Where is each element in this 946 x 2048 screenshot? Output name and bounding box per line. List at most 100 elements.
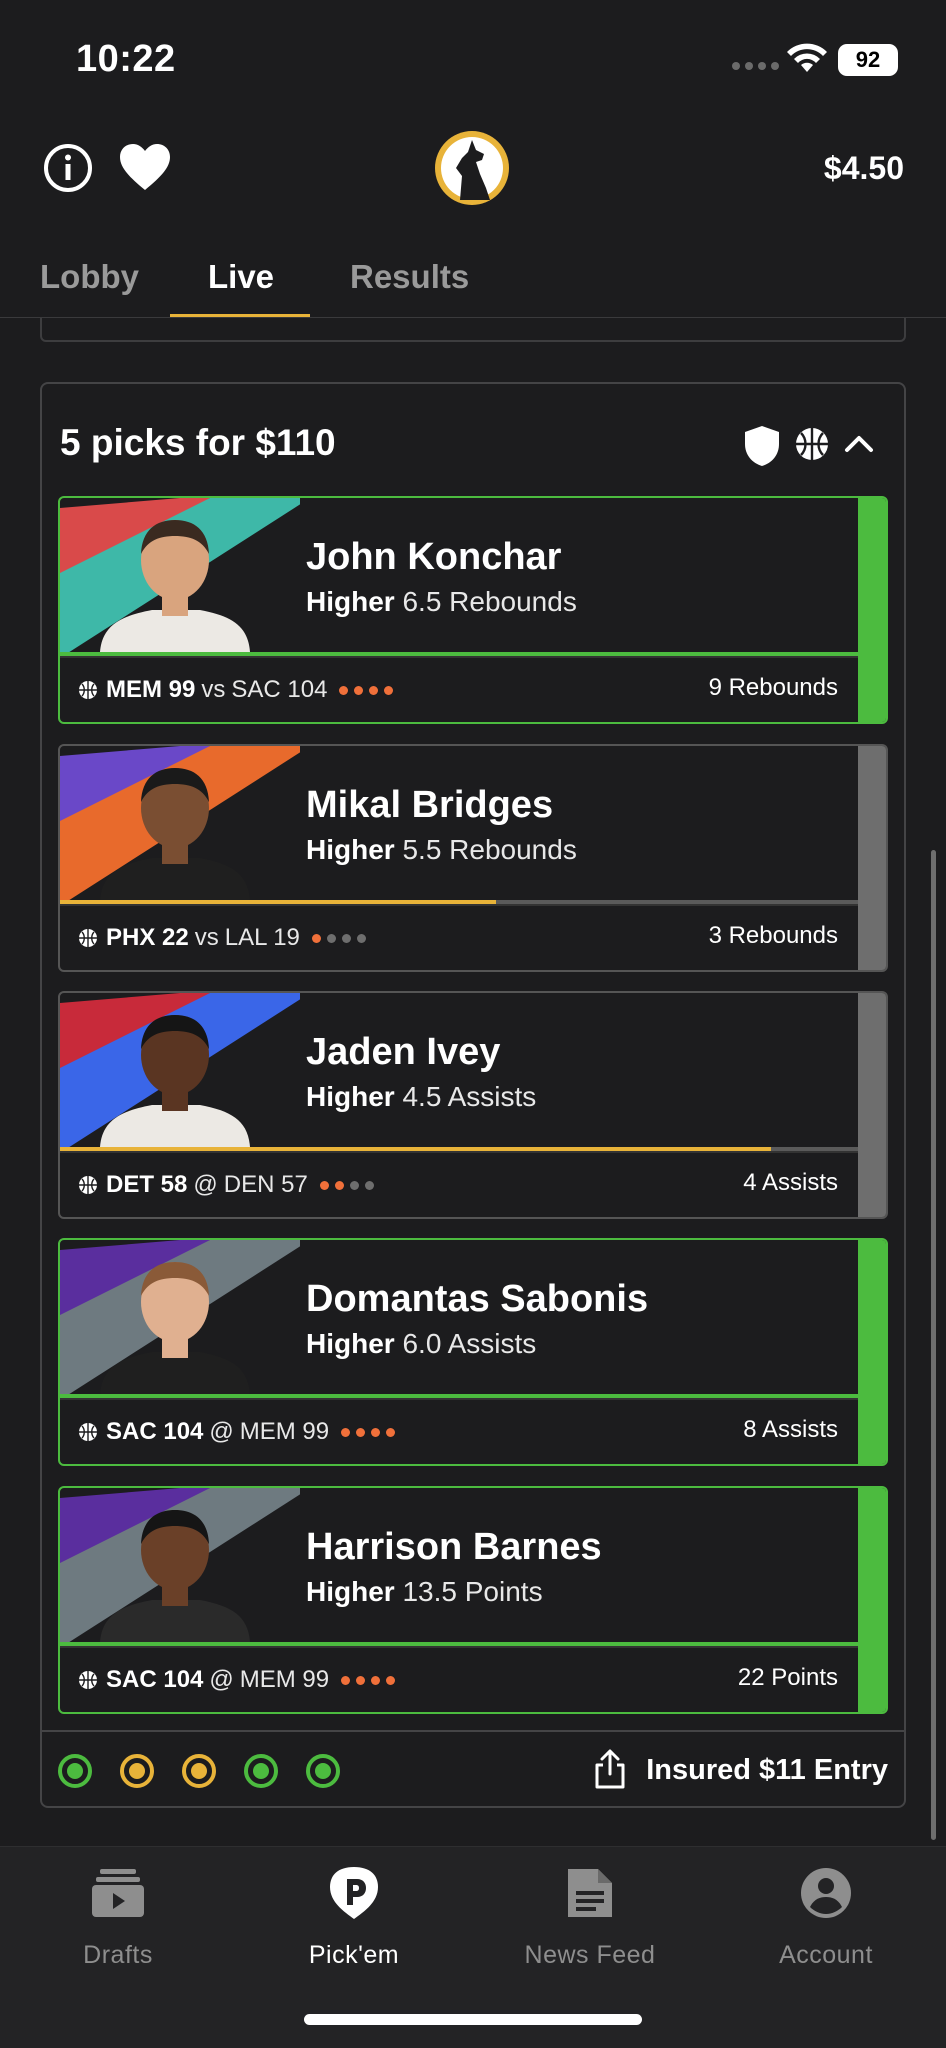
entry-footer: Insured $11 Entry xyxy=(42,1730,904,1806)
heart-icon[interactable] xyxy=(118,142,172,192)
nav-label: Drafts xyxy=(83,1941,153,1969)
player-photo xyxy=(60,498,300,652)
pick-stat-line: 6.0 Assists xyxy=(402,1328,537,1359)
nav-label: News Feed xyxy=(524,1941,656,1969)
pick-card[interactable]: Domantas Sabonis Higher 6.0 Assists SAC 10… xyxy=(58,1238,888,1466)
game-period-indicator xyxy=(319,1180,374,1190)
game-info: MEM 99 vs SAC 104 xyxy=(78,676,394,704)
current-stat: 4 Assists xyxy=(743,1169,838,1196)
team-score: DET 58 xyxy=(106,1171,188,1198)
pick-direction: Higher xyxy=(306,834,395,865)
game-info: PHX 22 vs LAL 19 xyxy=(78,924,366,952)
opponent-score: MEM 99 xyxy=(239,1666,330,1693)
matchup-separator: @ xyxy=(209,1666,234,1693)
pick-stat-line: 4.5 Assists xyxy=(402,1081,537,1112)
home-indicator xyxy=(304,2014,642,2025)
opponent-score: MEM 99 xyxy=(239,1418,330,1445)
player-headshot xyxy=(60,993,300,1147)
pick-line: Higher 6.0 Assists xyxy=(306,1328,536,1360)
active-tab-indicator xyxy=(170,314,310,317)
matchup-separator: @ xyxy=(193,1171,218,1198)
nav-news-feed[interactable]: News Feed xyxy=(490,1865,690,1970)
current-stat: 9 Rebounds xyxy=(708,674,838,701)
pick-direction: Higher xyxy=(306,1328,395,1359)
tab-live[interactable]: Live xyxy=(208,258,274,296)
chevron-up-icon[interactable] xyxy=(842,428,876,458)
pick-card[interactable]: John Konchar Higher 6.5 Rebounds MEM 99 vs S… xyxy=(58,496,888,724)
status-side-bar xyxy=(858,993,886,1217)
game-period-indicator xyxy=(339,685,394,695)
basketball-icon xyxy=(79,1176,97,1194)
nav-pickem[interactable]: Pick'em xyxy=(254,1865,454,1970)
current-stat: 8 Assists xyxy=(743,1416,838,1443)
account-balance[interactable]: $4.50 xyxy=(824,150,904,187)
pick-card[interactable]: Jaden Ivey Higher 4.5 Assists DET 58 @ DEN 5… xyxy=(58,991,888,1219)
pick-line: Higher 4.5 Assists xyxy=(306,1081,536,1113)
player-name: John Konchar xyxy=(306,536,562,578)
pick-card[interactable]: Mikal Bridges Higher 5.5 Rebounds PHX 22 vs… xyxy=(58,744,888,972)
pick-status-indicator xyxy=(244,1754,278,1788)
status-bar: 10:22 92 xyxy=(0,0,946,110)
pick-direction: Higher xyxy=(306,1081,395,1112)
info-icon[interactable] xyxy=(42,142,94,194)
pick-card[interactable]: Harrison Barnes Higher 13.5 Points SAC 104… xyxy=(58,1486,888,1714)
insured-entry-label: Insured $11 Entry xyxy=(646,1754,888,1786)
cellular-signal-icon xyxy=(732,62,779,70)
game-info: SAC 104 @ MEM 99 xyxy=(78,1666,396,1694)
player-photo xyxy=(60,746,300,900)
nav-label: Pick'em xyxy=(308,1941,400,1969)
status-side-bar xyxy=(858,746,886,970)
status-side-bar xyxy=(858,498,886,722)
player-headshot xyxy=(60,498,300,652)
card-divider xyxy=(60,1151,860,1153)
player-headshot xyxy=(60,1488,300,1642)
prizepicks-logo xyxy=(435,131,509,205)
shield-icon xyxy=(745,426,779,466)
pick-status-indicator xyxy=(306,1754,340,1788)
previous-entry-card[interactable] xyxy=(40,318,906,342)
opponent-score: LAL 19 xyxy=(224,924,300,951)
team-score: SAC 104 xyxy=(106,1666,204,1693)
player-name: Mikal Bridges xyxy=(306,784,554,826)
team-score: SAC 104 xyxy=(106,1418,204,1445)
matchup-separator: @ xyxy=(209,1418,234,1445)
nav-drafts[interactable]: Drafts xyxy=(18,1865,218,1970)
game-period-indicator xyxy=(341,1427,396,1437)
game-period-indicator xyxy=(341,1675,396,1685)
tab-lobby[interactable]: Lobby xyxy=(40,258,139,296)
scrollbar[interactable] xyxy=(931,850,936,1840)
account-icon xyxy=(801,1868,851,1918)
card-divider xyxy=(60,904,860,906)
matchup-separator: vs xyxy=(194,924,219,951)
player-name: Domantas Sabonis xyxy=(306,1278,649,1320)
app-header: $4.50 xyxy=(0,120,946,220)
basketball-icon xyxy=(79,929,97,947)
basketball-icon xyxy=(79,1671,97,1689)
pick-line: Higher 5.5 Rebounds xyxy=(306,834,577,866)
pickem-icon xyxy=(330,1867,378,1919)
status-time: 10:22 xyxy=(76,38,176,80)
tab-results[interactable]: Results xyxy=(350,258,469,296)
player-photo xyxy=(60,993,300,1147)
pick-stat-line: 6.5 Rebounds xyxy=(402,586,577,617)
opponent-score: SAC 104 xyxy=(231,676,328,703)
player-headshot xyxy=(60,746,300,900)
card-divider xyxy=(60,1398,860,1400)
pick-status-indicator xyxy=(120,1754,154,1788)
card-divider xyxy=(60,656,860,658)
player-name: Jaden Ivey xyxy=(306,1031,501,1073)
wifi-icon xyxy=(787,43,827,72)
nav-account[interactable]: Account xyxy=(726,1865,926,1970)
tab-bar: Lobby Live Results xyxy=(0,240,946,318)
pick-line: Higher 13.5 Points xyxy=(306,1576,543,1608)
matchup-separator: vs xyxy=(201,676,226,703)
current-stat: 3 Rebounds xyxy=(708,922,838,949)
share-icon[interactable] xyxy=(592,1748,628,1790)
pick-status-indicator xyxy=(182,1754,216,1788)
game-period-indicator xyxy=(311,933,366,943)
opponent-score: DEN 57 xyxy=(223,1171,308,1198)
status-side-bar xyxy=(858,1488,886,1712)
player-photo xyxy=(60,1240,300,1394)
team-score: MEM 99 xyxy=(106,676,196,703)
game-info: DET 58 @ DEN 57 xyxy=(78,1171,374,1199)
